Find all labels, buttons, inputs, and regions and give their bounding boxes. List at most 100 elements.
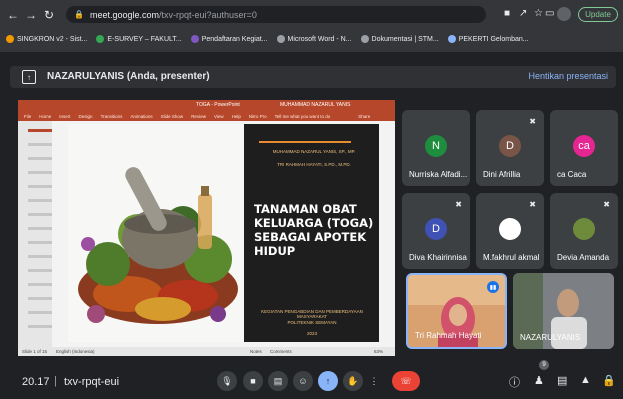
presenter-label: NAZARULYANIS (Anda, presenter)	[47, 71, 210, 82]
language-indicator: English (Indonesia)	[56, 349, 95, 354]
ribbon-tab[interactable]: Nitro Pro	[249, 114, 267, 119]
ribbon-tab[interactable]: Tell me what you want to do	[275, 114, 331, 119]
url-host: meet.google.com	[89, 9, 160, 20]
people-icon[interactable]: ♟	[534, 374, 544, 387]
profile-avatar[interactable]	[557, 7, 571, 21]
sidebar-icon[interactable]: ▭	[545, 8, 554, 19]
notes-button[interactable]: Notes	[250, 349, 262, 354]
share-button[interactable]: Share	[358, 114, 370, 119]
ribbon-tab[interactable]: Insert	[59, 114, 70, 119]
bookmark-item[interactable]: E-SURVEY – FAKULT...	[96, 35, 182, 43]
bookmark-item[interactable]: Pendaftaran Kegiat...	[190, 35, 268, 43]
participant-name: Dini Afrillia	[483, 170, 521, 179]
bookmark-favicon-icon	[447, 35, 456, 43]
host-controls-icon[interactable]: 🔒	[602, 374, 616, 387]
slide-thumbnail[interactable]	[28, 269, 52, 272]
participant-name: Nurriska Alfadi...	[409, 170, 468, 179]
activities-icon[interactable]: ▲	[580, 374, 591, 386]
address-bar[interactable]: 🔒 meet.google.com /txv-rpqt-eui?authuser…	[66, 6, 486, 23]
mic-off-icon: ✖	[529, 200, 536, 209]
bookmark-item[interactable]: Microsoft Word - N...	[276, 35, 352, 43]
ribbon-tab[interactable]: Slide Show	[161, 114, 184, 119]
participant-name: M.fakhrul akmal	[483, 253, 540, 262]
slide-thumbnail[interactable]	[28, 283, 52, 286]
participant-tile[interactable]: D ✖ Dini Afrillia	[476, 110, 544, 186]
slide-thumbnail[interactable]	[28, 297, 52, 300]
people-count-badge: 9	[539, 360, 549, 370]
slide-thumbnail[interactable]	[28, 143, 52, 146]
avatar-initial: D	[432, 223, 440, 235]
participant-tile[interactable]: ✖ Devia Amanda	[550, 193, 618, 269]
share-icon[interactable]: ↗	[519, 8, 527, 19]
slide-thumbnail[interactable]	[28, 213, 52, 216]
comments-button[interactable]: Comments	[270, 349, 292, 354]
ribbon-tab[interactable]: View	[214, 114, 224, 119]
participant-name: Diva Khairinnisa	[409, 253, 467, 262]
ribbon-tab[interactable]: Animations	[130, 114, 152, 119]
bookmark-label: Dokumentasi | STM...	[371, 35, 439, 43]
emoji-icon: ☺	[298, 376, 308, 386]
participant-tile[interactable]: D ✖ Diva Khairinnisa	[402, 193, 470, 269]
slide-thumbnail[interactable]	[28, 255, 52, 258]
ribbon-tab[interactable]: Help	[232, 114, 241, 119]
bookmark-favicon-icon	[96, 35, 105, 43]
browser-toolbar: ← → ↻ 🔒 meet.google.com /txv-rpqt-eui?au…	[0, 0, 623, 28]
meet-control-bar: 20.17 | txv-rpqt-eui 🎙 ■ ▤ ☺ ↑ ✋ ⋮ ☏ ⓘ ♟…	[0, 365, 623, 399]
emoji-button[interactable]: ☺	[293, 371, 313, 391]
participant-name: ca Caca	[557, 170, 587, 179]
slide-author-2: TRI RAHMAH HAYATI, S.PD., M.PD.	[277, 162, 351, 167]
participant-tile[interactable]: ✖ M.fakhrul akmal	[476, 193, 544, 269]
camera-icon: ■	[250, 376, 256, 386]
participant-name: NAZARULYANIS	[520, 333, 581, 342]
bookmark-item[interactable]: Dokumentasi | STM...	[360, 35, 439, 43]
info-icon[interactable]: ⓘ	[509, 374, 520, 390]
stop-presenting-button[interactable]: Hentikan presentasi	[528, 71, 608, 81]
slide-thumbnail[interactable]	[28, 157, 52, 160]
bookmark-item[interactable]: SINGKRON v2 - Sist...	[6, 35, 87, 43]
ribbon-tab[interactable]: File	[24, 114, 31, 119]
present-button[interactable]: ↑	[318, 371, 338, 391]
microphone-button[interactable]: 🎙	[217, 371, 237, 391]
video-tile-tri-rahmah[interactable]: ▮▮ Tri Rahmah Hayati	[406, 273, 507, 349]
more-options-button[interactable]: ⋮	[367, 371, 381, 391]
video-tile-nazarulyanis[interactable]: NAZARULYANIS	[513, 273, 614, 349]
back-icon[interactable]: ←	[4, 8, 22, 22]
raise-hand-button[interactable]: ✋	[343, 371, 363, 391]
captions-icon: ▤	[273, 375, 283, 386]
leave-call-button[interactable]: ☏	[392, 371, 420, 391]
slide-author-1: MUHAMMAD NAZARUL YANIS, SP., MP.	[272, 149, 356, 154]
slide-thumbnail[interactable]	[28, 227, 52, 230]
forward-icon[interactable]: →	[22, 8, 40, 22]
ribbon-tab[interactable]: Design	[79, 114, 93, 119]
star-icon[interactable]: ☆	[534, 8, 543, 19]
ribbon-tab[interactable]: Home	[39, 114, 51, 119]
captions-button[interactable]: ▤	[268, 371, 288, 391]
slide-thumbnail[interactable]	[28, 129, 52, 132]
slide-footer-1: KEGIATAN PENGABDIAN DAN PEMBERDAYAAN MAS…	[261, 309, 363, 319]
ribbon-tab[interactable]: Transitions	[101, 114, 123, 119]
participant-tile[interactable]: ca ca Caca	[550, 110, 618, 186]
bookmark-label: PEKERTI Gelomban...	[458, 35, 529, 43]
slide-thumbnail[interactable]	[28, 325, 52, 328]
slide-thumbnail[interactable]	[28, 171, 52, 174]
update-button[interactable]: Update	[578, 7, 618, 22]
slide-footer-3: 2023	[306, 331, 317, 336]
participant-tile[interactable]: N Nurriska Alfadi...	[402, 110, 470, 186]
slide-thumbnail[interactable]	[28, 311, 52, 314]
camera-button[interactable]: ■	[243, 371, 263, 391]
slide-thumbnail[interactable]	[28, 199, 52, 202]
herbs-mortar-image	[68, 124, 244, 342]
slide-thumbnail[interactable]	[28, 185, 52, 188]
bookmark-favicon-icon	[6, 35, 14, 43]
slide-title: TANAMAN OBAT KELUARGA (TOGA) SEBAGAI APO…	[254, 202, 374, 258]
bookmark-favicon-icon	[276, 35, 285, 43]
hand-icon: ✋	[347, 375, 359, 386]
participant-name: Tri Rahmah Hayati	[415, 331, 482, 340]
bookmark-item[interactable]: PEKERTI Gelomban...	[447, 35, 529, 43]
ribbon-tab[interactable]: Review	[191, 114, 206, 119]
mic-off-icon: ✖	[603, 200, 610, 209]
camera-indicator-icon[interactable]: ■	[504, 8, 510, 19]
slide-thumbnail[interactable]	[28, 241, 52, 244]
chat-icon[interactable]: ▤	[557, 374, 567, 387]
reload-icon[interactable]: ↻	[40, 8, 58, 22]
